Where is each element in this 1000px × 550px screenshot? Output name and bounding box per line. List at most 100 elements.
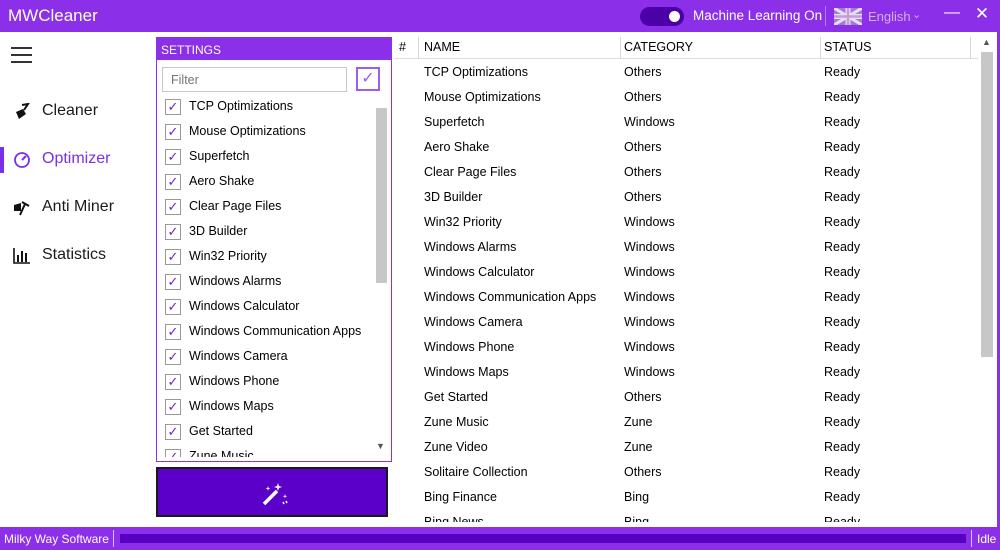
settings-list-item[interactable]: ✓ Clear Page Files <box>165 195 375 220</box>
settings-list-item[interactable]: ✓ Windows Calculator <box>165 295 375 320</box>
table-row[interactable]: 3D Builder Others Ready <box>394 185 978 210</box>
settings-list-item[interactable]: ✓ Win32 Priority <box>165 245 375 270</box>
language-select[interactable]: English <box>868 9 911 24</box>
table-row[interactable]: Windows Phone Windows Ready <box>394 335 978 360</box>
checkbox[interactable]: ✓ <box>165 124 181 140</box>
column-header-status[interactable]: STATUS <box>824 40 871 58</box>
cell-status: Ready <box>824 65 861 79</box>
checkbox[interactable]: ✓ <box>165 149 181 165</box>
machine-learning-toggle[interactable] <box>640 7 684 26</box>
cell-status: Ready <box>824 490 861 504</box>
settings-list-item[interactable]: ✓ 3D Builder <box>165 220 375 245</box>
table-row[interactable]: Superfetch Windows Ready <box>394 110 978 135</box>
settings-list-item[interactable]: ✓ Windows Phone <box>165 370 375 395</box>
checkbox[interactable]: ✓ <box>165 224 181 240</box>
chevron-down-icon[interactable]: ⌄ <box>912 8 921 21</box>
table-row[interactable]: Win32 Priority Windows Ready <box>394 210 978 235</box>
cell-name: TCP Optimizations <box>424 65 528 79</box>
cell-status: Ready <box>824 215 861 229</box>
column-header-index[interactable]: # <box>399 40 406 58</box>
settings-list-item[interactable]: ✓ TCP Optimizations <box>165 95 375 120</box>
filter-input[interactable] <box>162 67 347 92</box>
table-scrollbar[interactable]: ▲ <box>978 37 996 522</box>
cell-category: Zune <box>624 440 653 454</box>
table-row[interactable]: Solitaire Collection Others Ready <box>394 460 978 485</box>
column-header-category[interactable]: CATEGORY <box>624 40 693 58</box>
settings-list-item[interactable]: ✓ Mouse Optimizations <box>165 120 375 145</box>
statusbar-divider <box>971 530 972 547</box>
settings-list-item[interactable]: ✓ Windows Communication Apps <box>165 320 375 345</box>
nav-item-cleaner[interactable]: Cleaner <box>0 94 150 130</box>
settings-header: SETTINGS <box>157 38 391 60</box>
column-header-name[interactable]: NAME <box>424 40 460 58</box>
settings-scrollbar[interactable]: ▼ <box>375 95 389 457</box>
table-row[interactable]: Windows Communication Apps Windows Ready <box>394 285 978 310</box>
table-row[interactable]: Mouse Optimizations Others Ready <box>394 85 978 110</box>
cell-status: Ready <box>824 165 861 179</box>
checkbox[interactable]: ✓ <box>165 424 181 440</box>
cell-status: Ready <box>824 365 861 379</box>
scrollbar-thumb[interactable] <box>376 108 387 283</box>
cell-category: Others <box>624 165 662 179</box>
checkbox[interactable]: ✓ <box>165 399 181 415</box>
settings-list-item[interactable]: ✓ Superfetch <box>165 145 375 170</box>
cell-name: Mouse Optimizations <box>424 90 541 104</box>
table-row[interactable]: Windows Camera Windows Ready <box>394 310 978 335</box>
table-row[interactable]: Zune Video Zune Ready <box>394 435 978 460</box>
settings-item-label: Superfetch <box>189 149 250 163</box>
cell-category: Bing <box>624 515 650 522</box>
cell-status: Ready <box>824 240 861 254</box>
table-row[interactable]: Get Started Others Ready <box>394 385 978 410</box>
company-name: Milky Way Software <box>4 532 109 546</box>
settings-list-item[interactable]: ✓ Aero Shake <box>165 170 375 195</box>
checkbox[interactable]: ✓ <box>165 249 181 265</box>
settings-item-label: Windows Communication Apps <box>189 324 362 338</box>
table-row[interactable]: Aero Shake Others Ready <box>394 135 978 160</box>
cell-name: Windows Calculator <box>424 265 535 279</box>
checkbox[interactable]: ✓ <box>165 349 181 365</box>
minimize-button[interactable]: — <box>942 4 962 26</box>
hamburger-menu-icon[interactable] <box>11 47 32 63</box>
scroll-up-icon[interactable]: ▲ <box>982 37 991 47</box>
table-row[interactable]: Bing Finance Bing Ready <box>394 485 978 510</box>
uk-flag-icon[interactable] <box>834 8 862 25</box>
cell-name: Windows Communication Apps <box>424 290 597 304</box>
cell-status: Ready <box>824 115 861 129</box>
nav-item-optimizer[interactable]: Optimizer <box>0 142 150 178</box>
checkbox[interactable]: ✓ <box>165 299 181 315</box>
table-row[interactable]: Windows Alarms Windows Ready <box>394 235 978 260</box>
checkbox[interactable]: ✓ <box>165 449 181 457</box>
table-row[interactable]: Clear Page Files Others Ready <box>394 160 978 185</box>
scroll-down-icon[interactable]: ▼ <box>376 441 385 451</box>
cell-status: Ready <box>824 465 861 479</box>
table-row[interactable]: Bing News Bing Ready <box>394 510 978 522</box>
cell-category: Bing <box>624 490 650 504</box>
table-row[interactable]: Zune Music Zune Ready <box>394 410 978 435</box>
nav-item-anti-miner[interactable]: Anti Miner <box>0 190 150 226</box>
checkbox[interactable]: ✓ <box>165 274 181 290</box>
checkbox[interactable]: ✓ <box>165 374 181 390</box>
settings-item-label: Windows Phone <box>189 374 280 388</box>
scrollbar-thumb[interactable] <box>981 52 993 357</box>
checkbox[interactable]: ✓ <box>165 174 181 190</box>
close-button[interactable]: ✕ <box>972 4 992 26</box>
progress-bar <box>120 534 966 543</box>
checkbox[interactable]: ✓ <box>165 324 181 340</box>
check-all-toggle[interactable]: ✓ <box>356 67 380 91</box>
settings-list-item[interactable]: ✓ Windows Maps <box>165 395 375 420</box>
table-row[interactable]: Windows Maps Windows Ready <box>394 360 978 385</box>
table-row[interactable]: TCP Optimizations Others Ready <box>394 60 978 85</box>
cell-category: Windows <box>624 290 675 304</box>
cell-status: Ready <box>824 265 861 279</box>
settings-list-item[interactable]: ✓ Windows Camera <box>165 345 375 370</box>
settings-list-item[interactable]: ✓ Get Started <box>165 420 375 445</box>
settings-list-item[interactable]: ✓ Windows Alarms <box>165 270 375 295</box>
cell-name: Zune Music <box>424 415 489 429</box>
table-row[interactable]: Windows Calculator Windows Ready <box>394 260 978 285</box>
checkbox[interactable]: ✓ <box>165 199 181 215</box>
settings-item-label: Get Started <box>189 424 253 438</box>
checkbox[interactable]: ✓ <box>165 99 181 115</box>
optimize-button[interactable] <box>156 467 388 517</box>
settings-list-item[interactable]: ✓ Zune Music <box>165 445 375 457</box>
nav-item-statistics[interactable]: Statistics <box>0 238 150 274</box>
